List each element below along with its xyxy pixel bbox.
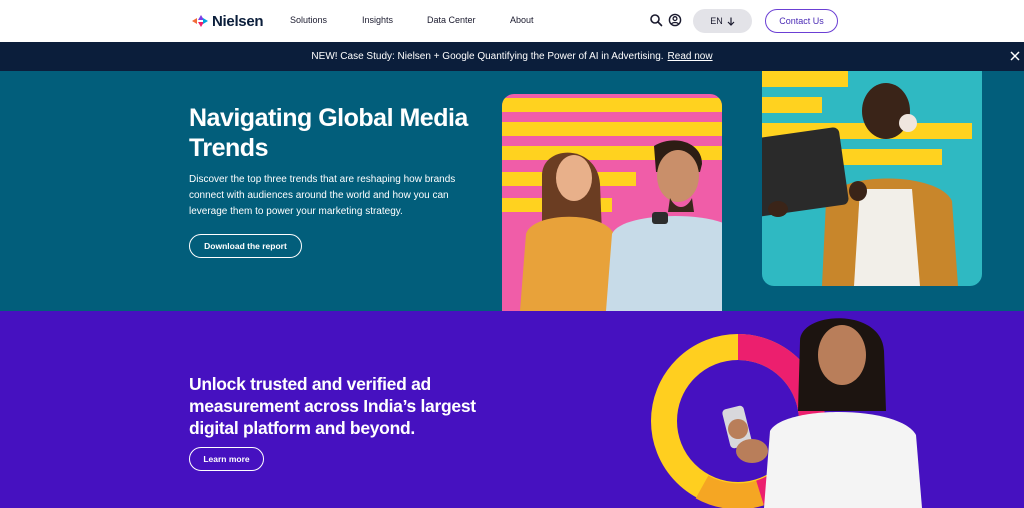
- nav-link-insights[interactable]: Insights: [362, 15, 393, 25]
- banner-text: NEW! Case Study: Nielsen + Google Quanti…: [311, 51, 664, 62]
- banner-read-now-link[interactable]: Read now: [668, 51, 713, 62]
- nav-link-data-center[interactable]: Data Center: [427, 15, 476, 25]
- logo-text: Nielsen: [212, 12, 264, 30]
- nielsen-logo-icon: [192, 15, 208, 27]
- hero-description: Discover the top three trends that are r…: [189, 174, 456, 217]
- contact-us-button[interactable]: Contact Us: [765, 9, 838, 33]
- announcement-banner: NEW! Case Study: Nielsen + Google Quanti…: [0, 42, 1024, 71]
- hero-title: Navigating Global Media Trends: [189, 104, 468, 162]
- hero-ad-measurement-india: Unlock trusted and verified ad measureme…: [0, 311, 1024, 508]
- arrow-down-icon: [727, 17, 735, 26]
- hero-image-woman-with-phone: [640, 311, 940, 508]
- language-selector[interactable]: EN: [693, 9, 752, 33]
- language-label: EN: [710, 16, 723, 26]
- search-icon[interactable]: [649, 13, 663, 27]
- nielsen-logo[interactable]: Nielsen: [192, 12, 264, 30]
- hero-title: Unlock trusted and verified ad measureme…: [189, 374, 476, 438]
- hero-global-media-trends: Navigating Global Media Trends Discover …: [0, 71, 1024, 311]
- top-nav: Nielsen Solutions Insights Data Center A…: [0, 0, 1024, 42]
- hero-image-woman-with-tablet: [762, 71, 982, 286]
- nav-link-solutions[interactable]: Solutions: [290, 15, 327, 25]
- close-icon[interactable]: [1009, 50, 1021, 62]
- learn-more-button[interactable]: Learn more: [189, 447, 264, 471]
- hero-image-couple-laughing: [502, 94, 722, 311]
- download-report-button[interactable]: Download the report: [189, 234, 302, 258]
- nav-link-about[interactable]: About: [510, 15, 534, 25]
- account-icon[interactable]: [668, 13, 682, 27]
